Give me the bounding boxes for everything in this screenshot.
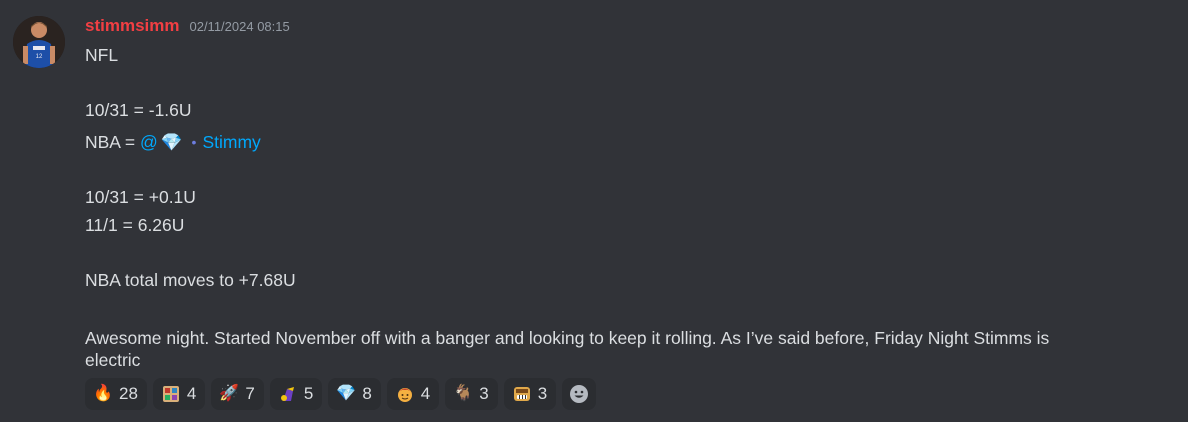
reactions-bar: 🔥 28 4 🚀 7 5 💎 8 4 🐐 3 3 xyxy=(85,378,597,410)
mention-name: Stimmy xyxy=(202,132,261,152)
rocket-icon: 🚀 xyxy=(219,385,240,402)
reaction-count: 5 xyxy=(303,384,314,403)
message-line: 11/1 = 6.26U xyxy=(85,215,185,235)
reaction-custom-face[interactable]: 3 xyxy=(503,378,557,410)
custom-face-icon xyxy=(512,384,532,404)
message-line: 10/31 = +0.1U xyxy=(85,187,196,207)
username[interactable]: stimmsimm xyxy=(85,16,179,36)
message-line: NBA = @ 💎 • Stimmy xyxy=(85,131,1155,153)
reaction-gem[interactable]: 💎 8 xyxy=(328,378,381,410)
reaction-face[interactable]: 4 xyxy=(386,378,440,410)
user-avatar[interactable]: 12 xyxy=(13,16,65,68)
reaction-goat[interactable]: 🐐 3 xyxy=(445,378,498,410)
reaction-count: 3 xyxy=(479,384,489,403)
reaction-fire[interactable]: 🔥 28 xyxy=(85,378,147,410)
message-line: electric xyxy=(85,350,141,370)
message-content: NFL 10/31 = -1.6U NBA = @ 💎 • Stimmy 10/31 … xyxy=(85,44,1155,370)
reaction-sticker[interactable]: 4 xyxy=(152,378,206,410)
timestamp[interactable]: 02/11/2024 08:15 xyxy=(189,19,289,34)
custom-sticker-icon xyxy=(161,384,181,404)
reaction-count: 4 xyxy=(420,384,431,403)
reaction-money[interactable]: 5 xyxy=(269,378,323,410)
fire-icon: 🔥 xyxy=(93,385,113,402)
smiley-icon xyxy=(569,384,589,404)
add-reaction-button[interactable] xyxy=(562,378,597,410)
goat-icon: 🐐 xyxy=(453,385,474,402)
gem-icon: 💎 xyxy=(336,385,357,402)
message-text: NBA = xyxy=(85,132,140,152)
reaction-rocket[interactable]: 🚀 7 xyxy=(211,378,264,410)
gem-icon: 💎 xyxy=(160,132,183,152)
reaction-count: 4 xyxy=(186,384,197,403)
svg-text:12: 12 xyxy=(36,54,43,60)
money-bag-icon xyxy=(278,384,298,404)
separator-dot-icon: • xyxy=(191,134,197,150)
message-line: 10/31 = -1.6U xyxy=(85,100,192,120)
role-mention[interactable]: @ 💎 • Stimmy xyxy=(140,131,261,153)
face-icon xyxy=(395,384,415,404)
reaction-count: 7 xyxy=(245,384,255,403)
message-line: Awesome night. Started November off with… xyxy=(85,328,1050,348)
reaction-count: 3 xyxy=(537,384,548,403)
message-line: NBA total moves to +7.68U xyxy=(85,270,296,290)
reaction-count: 28 xyxy=(119,384,138,403)
message-line: NFL xyxy=(85,45,119,65)
message-header: stimmsimm 02/11/2024 08:15 xyxy=(85,16,290,38)
reaction-count: 8 xyxy=(362,384,372,403)
mention-at: @ xyxy=(139,132,158,152)
chat-message: 12 stimmsimm 02/11/2024 08:15 NFL 10/31 … xyxy=(0,0,1188,422)
